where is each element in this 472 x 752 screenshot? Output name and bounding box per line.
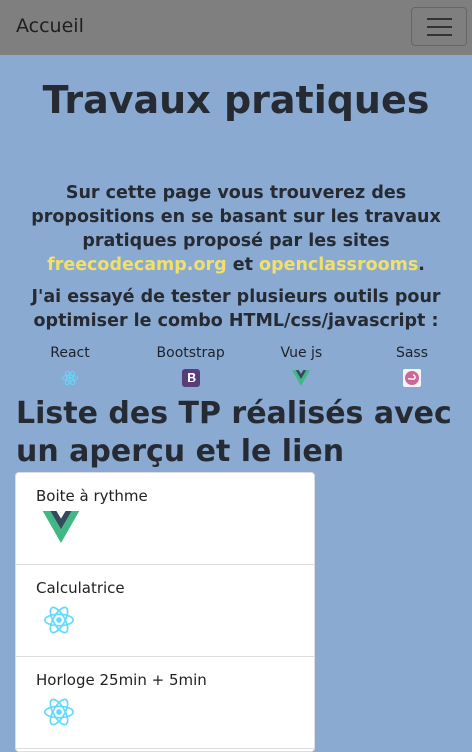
openclassrooms-link[interactable]: openclassrooms xyxy=(259,255,418,275)
brand-link[interactable]: Accueil xyxy=(16,15,84,37)
project-label: Boite à rythme xyxy=(36,487,148,505)
tools-intro: J'ai essayé de tester plusieurs outils p… xyxy=(31,287,441,331)
list-item[interactable]: Calculatrice xyxy=(16,565,314,657)
project-label: Calculatrice xyxy=(36,579,125,597)
navbar: Accueil xyxy=(0,0,472,55)
list-item[interactable]: Horloge 25min + 5min xyxy=(16,657,314,749)
tool-sass: Sass xyxy=(362,343,462,387)
project-label: Horloge 25min + 5min xyxy=(36,671,207,689)
menu-toggle-button[interactable] xyxy=(411,7,467,46)
react-icon xyxy=(43,606,75,634)
tools-list: React Bootstrap Vue js Sass xyxy=(0,343,472,387)
list-item[interactable]: Boite à rythme xyxy=(16,473,314,565)
page-title: Travaux pratiques xyxy=(42,78,430,122)
sass-icon xyxy=(402,369,421,387)
projects-list-title: Liste des TP réalisés avec un aperçu et … xyxy=(16,396,452,469)
projects-list: Boite à rythme Calculatrice Horloge 25mi… xyxy=(15,472,315,752)
intro-text: Sur cette page vous trouverez des propos… xyxy=(31,183,441,275)
vue-icon xyxy=(42,511,80,543)
tool-vue: Vue js xyxy=(251,343,351,387)
freecodecamp-link[interactable]: freecodecamp.org xyxy=(47,255,227,275)
tool-bootstrap: Bootstrap xyxy=(141,343,241,387)
vue-icon xyxy=(292,370,311,386)
bootstrap-icon xyxy=(181,369,200,387)
hamburger-icon xyxy=(426,17,452,20)
tool-react: React xyxy=(10,343,130,387)
react-icon xyxy=(62,370,78,386)
react-icon xyxy=(43,698,75,726)
